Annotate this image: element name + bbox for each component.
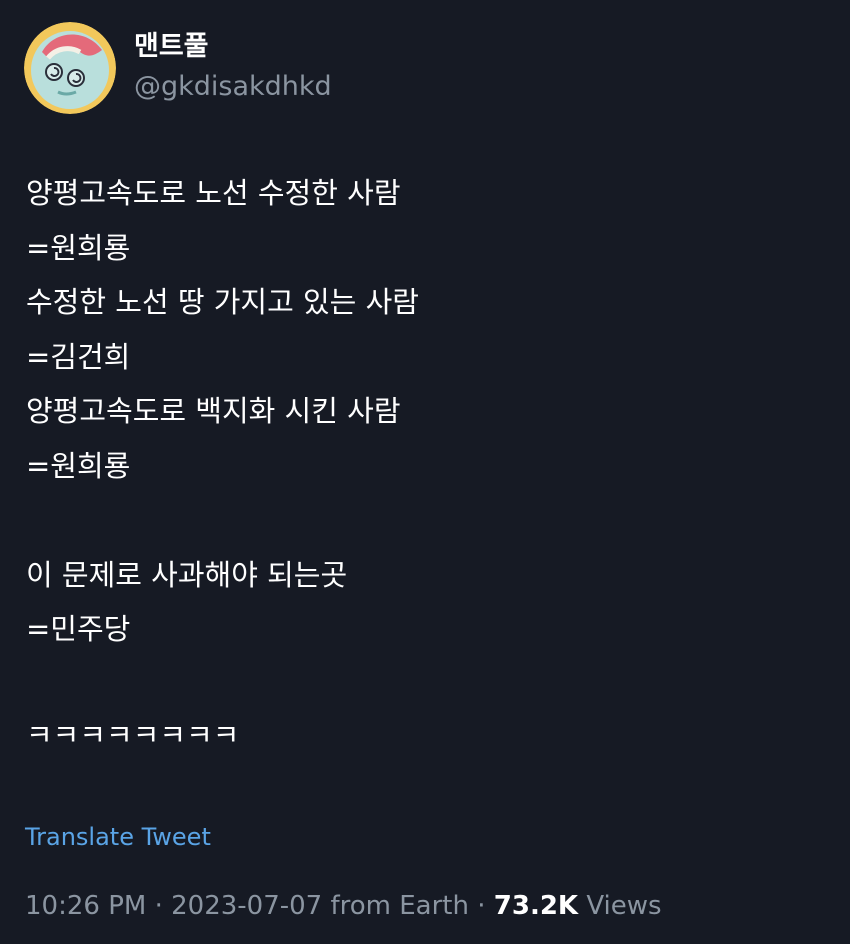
tweet-line: =민주당 bbox=[26, 612, 131, 646]
tweet-line: 양평고속도로 백지화 시킨 사람 bbox=[26, 394, 401, 428]
tweet-line: =원희룡 bbox=[26, 448, 131, 483]
avatar[interactable] bbox=[24, 22, 116, 114]
tweet-time[interactable]: 10:26 PM bbox=[25, 891, 146, 921]
tweet-laugh-line: ㅋㅋㅋㅋㅋㅋㅋㅋ bbox=[26, 718, 240, 752]
tweet-date[interactable]: 2023-07-07 bbox=[171, 891, 322, 921]
tweet-line: 이 문제로 사과해야 되는곳 bbox=[26, 557, 348, 592]
tweet-text: 양평고속도로 노선 수정한 사람 =원희룡 수정한 노선 땅 가지고 있는 사람… bbox=[26, 166, 826, 657]
meta-separator: · bbox=[477, 891, 486, 921]
user-handle[interactable]: @gkdisakdhkd bbox=[134, 70, 332, 104]
tweet-source: from Earth bbox=[330, 891, 469, 921]
views-count[interactable]: 73.2K bbox=[494, 891, 578, 921]
tweet-line: =김건희 bbox=[26, 339, 131, 374]
tweet-line bbox=[26, 493, 826, 548]
display-name[interactable]: 맨트풀 bbox=[134, 30, 209, 64]
tweet-meta: 10:26 PM · 2023-07-07 from Earth · 73.2K… bbox=[25, 886, 662, 926]
translate-tweet-link[interactable]: Translate Tweet bbox=[25, 820, 211, 854]
tweet-line: 수정한 노선 땅 가지고 있는 사람 bbox=[26, 285, 419, 319]
cartoon-character-avatar-icon bbox=[24, 22, 116, 114]
tweet-line: 양평고속도로 노선 수정한 사람 bbox=[26, 176, 401, 210]
meta-separator: · bbox=[154, 891, 163, 921]
tweet-line: =원희룡 bbox=[26, 230, 131, 265]
views-label: Views bbox=[586, 891, 662, 921]
